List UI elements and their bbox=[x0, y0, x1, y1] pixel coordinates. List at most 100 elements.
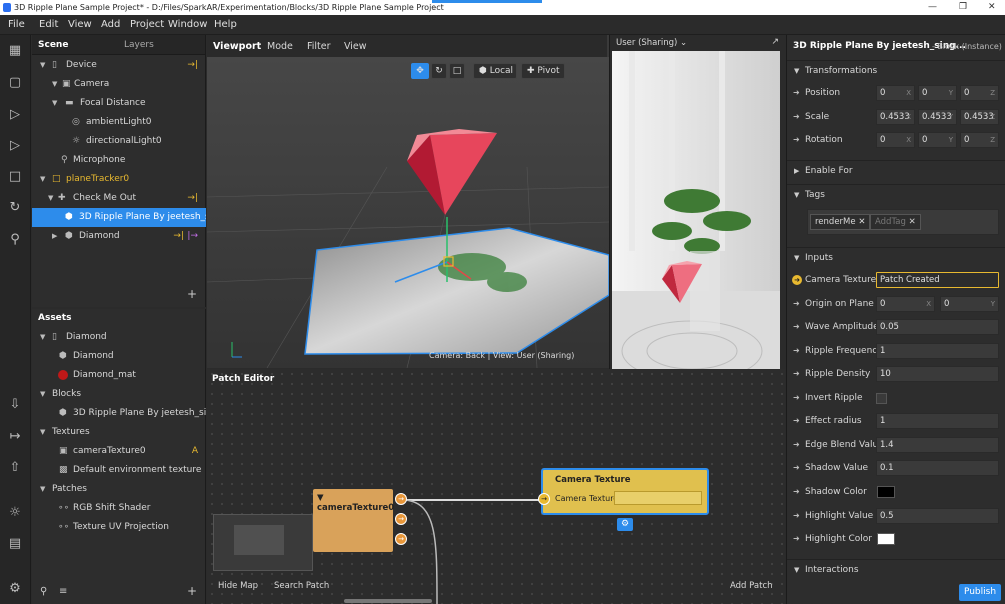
local-toggle[interactable]: ⬢ Local bbox=[473, 63, 517, 79]
video-icon[interactable]: ▢ bbox=[7, 75, 23, 91]
arrow-icon[interactable]: ➜ bbox=[793, 457, 800, 479]
scale-x[interactable]: 0.4533 X bbox=[876, 109, 915, 125]
camera-texture-value[interactable]: Patch Created bbox=[876, 272, 999, 288]
asset-row-textures[interactable]: ▼ Textures bbox=[32, 423, 206, 442]
arrow-icon[interactable]: ➜ bbox=[793, 528, 800, 550]
hide-map-button[interactable]: Hide Map bbox=[218, 581, 258, 591]
import-icon[interactable]: ⇩ bbox=[7, 397, 23, 413]
pin-icon[interactable]: →| bbox=[173, 227, 184, 246]
add-patch-button[interactable]: Add Patch bbox=[730, 581, 773, 591]
menu-project[interactable]: Project bbox=[130, 19, 164, 30]
menu-edit[interactable]: Edit bbox=[39, 19, 58, 30]
invert-ripple-checkbox[interactable] bbox=[876, 393, 887, 404]
console-icon[interactable]: ▤ bbox=[7, 536, 23, 552]
asset-row-camera-texture[interactable]: ▣ cameraTexture0 A bbox=[32, 442, 206, 461]
rotation-y[interactable]: 0Y bbox=[918, 132, 957, 148]
rotation-x[interactable]: 0X bbox=[876, 132, 915, 148]
output-port-icon[interactable]: → bbox=[395, 493, 407, 505]
scene-row-focal-distance[interactable]: ▼ ▬ Focal Distance bbox=[32, 94, 206, 113]
wave-amplitude-input[interactable]: 0.05 bbox=[876, 319, 999, 335]
position-y[interactable]: 0Y bbox=[918, 85, 957, 101]
position-x[interactable]: 0X bbox=[876, 85, 915, 101]
asset-row-ripple-block[interactable]: ⬢ 3D Ripple Plane By jeetesh_sin... bbox=[32, 404, 206, 423]
shadow-value-input[interactable]: 0.1 bbox=[876, 460, 999, 476]
add-tag-input[interactable]: AddTag ✕ bbox=[870, 214, 921, 230]
viewport-panel[interactable]: Viewport Mode Filter View ✥ ↻ □ ⬢ Local … bbox=[207, 35, 786, 439]
tab-scene[interactable]: Scene bbox=[38, 40, 68, 50]
tab-viewport[interactable]: Viewport bbox=[213, 41, 261, 52]
scene-row-ripple-plane[interactable]: ⬢ 3D Ripple Plane By jeetesh_si... bbox=[32, 208, 206, 227]
arrow-icon[interactable]: ➜ bbox=[793, 481, 800, 503]
arrow-icon[interactable]: ➜ bbox=[793, 410, 800, 432]
ripple-density-input[interactable]: 10 bbox=[876, 366, 999, 382]
arrow-icon[interactable]: ➜ bbox=[793, 82, 800, 104]
origin-y[interactable]: 0Y bbox=[940, 296, 999, 312]
camera-texture-patch-node[interactable]: Camera Texture → Camera Texture bbox=[538, 468, 709, 515]
pivot-toggle[interactable]: ✚ Pivot bbox=[521, 63, 565, 79]
pin-icon[interactable]: →| bbox=[187, 189, 198, 208]
asset-row-diamond-mesh[interactable]: ⬢ Diamond bbox=[32, 347, 206, 366]
asset-row-diamond-mat[interactable]: Diamond_mat bbox=[32, 366, 206, 385]
menu-help[interactable]: Help bbox=[214, 19, 237, 30]
section-transformations[interactable]: ▼ Transformations bbox=[787, 60, 1005, 80]
publish-button[interactable]: Publish bbox=[959, 584, 1001, 601]
upload-icon[interactable]: ⇧ bbox=[7, 460, 23, 476]
search-icon[interactable]: ⚲ bbox=[7, 232, 23, 248]
node-port-value[interactable] bbox=[614, 491, 702, 505]
scene-row-microphone[interactable]: ⚲ Microphone bbox=[32, 151, 206, 170]
tab-mode[interactable]: Mode bbox=[267, 41, 293, 52]
origin-x[interactable]: 0X bbox=[876, 296, 935, 312]
popout-icon[interactable]: ↗ bbox=[771, 37, 779, 47]
send-to-device-icon[interactable]: ↦ bbox=[7, 429, 23, 445]
output-port-icon[interactable]: → bbox=[395, 533, 407, 545]
rotation-z[interactable]: 0Z bbox=[960, 132, 999, 148]
patch-editor-panel[interactable]: Patch Editor ▼ cameraTexture0 → → → Came… bbox=[207, 369, 785, 604]
close-icon[interactable]: ✕ bbox=[988, 0, 996, 15]
horizontal-scrollbar[interactable] bbox=[344, 599, 432, 603]
menu-window[interactable]: Window bbox=[168, 19, 207, 30]
simulator-preview[interactable] bbox=[612, 51, 780, 417]
restore-icon[interactable]: ❐ bbox=[959, 0, 967, 15]
layout-icon[interactable]: ▦ bbox=[7, 43, 23, 59]
tab-layers[interactable]: Layers bbox=[124, 40, 154, 50]
arrow-icon[interactable]: ➜ bbox=[793, 106, 800, 128]
asset-row-blocks[interactable]: ▼ Blocks bbox=[32, 385, 206, 404]
effect-radius-input[interactable]: 1 bbox=[876, 413, 999, 429]
settings-icon[interactable]: ⚙ bbox=[617, 518, 633, 531]
position-z[interactable]: 0Z bbox=[960, 85, 999, 101]
scene-add-button[interactable]: + bbox=[187, 287, 197, 301]
asset-row-diamond-folder[interactable]: ▼ ▯ Diamond bbox=[32, 328, 206, 347]
edge-blend-input[interactable]: 1.4 bbox=[876, 437, 999, 453]
move-tool-icon[interactable]: ✥ bbox=[411, 63, 429, 79]
tags-field[interactable]: renderMe ✕ AddTag ✕ bbox=[807, 209, 999, 235]
section-inputs[interactable]: ▼ Inputs bbox=[787, 247, 1005, 267]
patch-minimap[interactable] bbox=[213, 514, 313, 571]
input-port-icon[interactable]: → bbox=[538, 493, 550, 505]
search-patch-button[interactable]: Search Patch bbox=[274, 581, 329, 591]
asset-row-uv-projection[interactable]: ∘∘ Texture UV Projection bbox=[32, 518, 206, 537]
scale-tool-icon[interactable]: □ bbox=[449, 63, 465, 79]
tag-chip[interactable]: renderMe ✕ bbox=[810, 214, 871, 230]
scene-row-device[interactable]: ▼ ▯ Device →| bbox=[32, 56, 206, 75]
stop-icon[interactable]: □ bbox=[7, 169, 23, 185]
scene-row-check-me-out[interactable]: ▼ ✚ Check Me Out →| bbox=[32, 189, 206, 208]
section-interactions[interactable]: ▼ Interactions bbox=[787, 559, 1005, 579]
output-port-icon[interactable]: → bbox=[395, 513, 407, 525]
camera-texture-node[interactable]: ▼ cameraTexture0 bbox=[313, 489, 394, 552]
assets-add-button[interactable]: + bbox=[187, 584, 197, 598]
menu-view[interactable]: View bbox=[68, 19, 92, 30]
scene-row-plane-tracker[interactable]: ▼ □ planeTracker0 bbox=[32, 170, 206, 189]
step-forward-icon[interactable]: ▷ bbox=[7, 138, 23, 154]
asset-row-env-texture[interactable]: ▩ Default environment texture bbox=[32, 461, 206, 480]
pin-icon[interactable]: →| bbox=[187, 56, 198, 75]
arrow-icon[interactable]: ➜ bbox=[793, 340, 800, 362]
menu-file[interactable]: File bbox=[8, 19, 25, 30]
scene-row-diamond[interactable]: ▶ ⬢ Diamond →| |→ bbox=[32, 227, 206, 246]
scale-y[interactable]: 0.4533 Y bbox=[918, 109, 957, 125]
tab-view[interactable]: View bbox=[344, 41, 367, 52]
minimize-icon[interactable]: — bbox=[928, 0, 937, 15]
asset-row-rgb-shift[interactable]: ∘∘ RGB Shift Shader bbox=[32, 499, 206, 518]
arrow-icon[interactable]: ➜ bbox=[793, 363, 800, 385]
refresh-icon[interactable]: ↻ bbox=[7, 200, 23, 216]
scene-row-directional-light[interactable]: ☼ directionalLight0 bbox=[32, 132, 206, 151]
